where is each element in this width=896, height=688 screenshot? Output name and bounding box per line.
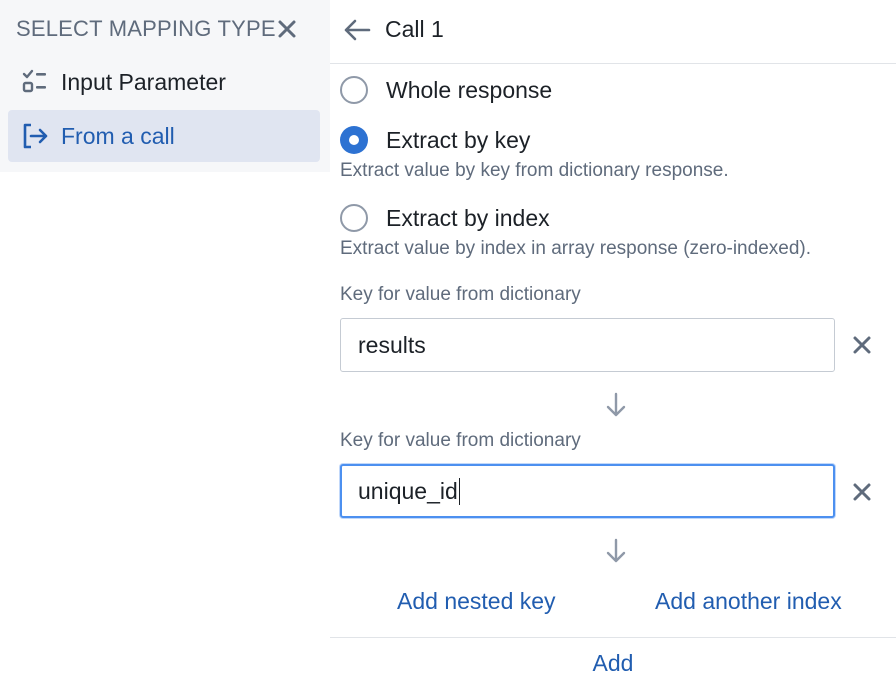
key-field-label: Key for value from dictionary (340, 284, 581, 305)
close-icon[interactable] (848, 331, 876, 359)
input-parameter-icon (20, 67, 50, 97)
add-nested-key-link[interactable]: Add nested key (397, 588, 556, 615)
extract-by-index-help: Extract value by index in array response… (340, 238, 812, 259)
menu-item-input-parameter[interactable]: Input Parameter (8, 56, 320, 108)
arrow-down-icon (603, 391, 629, 419)
radio-extract-by-key[interactable]: Extract by key (340, 126, 530, 154)
extract-by-key-help: Extract value by key from dictionary res… (340, 160, 729, 181)
radio-label: Extract by key (386, 126, 531, 153)
key-input[interactable]: results (340, 318, 835, 372)
radio-extract-by-index[interactable]: Extract by index (340, 204, 550, 232)
from-call-icon (20, 121, 50, 151)
key-input-value: results (358, 331, 426, 358)
key-field-label: Key for value from dictionary (340, 430, 581, 451)
radio-label: Extract by index (386, 204, 550, 231)
page-title: Call 1 (385, 16, 444, 42)
mapping-type-title: SELECT MAPPING TYPE (16, 16, 276, 41)
call-mapping-panel: Call 1 Whole response Extract by key Ext… (330, 0, 896, 688)
key-input-value: unique_id (358, 477, 458, 504)
close-icon[interactable] (848, 478, 876, 506)
text-caret (458, 477, 461, 505)
add-another-index-link[interactable]: Add another index (655, 588, 842, 615)
add-button[interactable]: Add (330, 650, 896, 677)
radio-button[interactable] (340, 76, 368, 104)
mapping-type-header: SELECT MAPPING TYPE (16, 14, 314, 44)
mapping-type-panel: SELECT MAPPING TYPE Input Parameter From… (0, 0, 330, 172)
footer-divider (330, 637, 896, 638)
radio-label: Whole response (386, 76, 553, 103)
close-icon[interactable] (274, 16, 300, 42)
menu-item-label: From a call (61, 122, 175, 149)
key-input-focused[interactable]: unique_id (340, 464, 835, 518)
panel-header: Call 1 (330, 0, 896, 64)
radio-button[interactable] (340, 204, 368, 232)
arrow-down-icon (603, 537, 629, 565)
arrow-left-icon[interactable] (342, 15, 372, 45)
radio-whole-response[interactable]: Whole response (340, 76, 552, 104)
menu-item-label: Input Parameter (61, 68, 226, 95)
radio-button-checked[interactable] (340, 126, 368, 154)
menu-item-from-a-call[interactable]: From a call (8, 110, 320, 162)
